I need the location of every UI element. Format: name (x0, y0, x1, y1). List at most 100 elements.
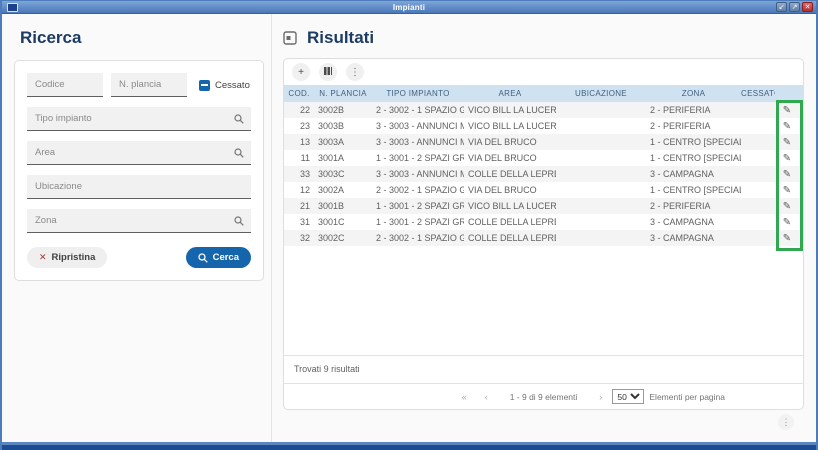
plancia-input[interactable] (111, 73, 187, 97)
cell-ubicazione (556, 230, 646, 246)
pager-range: 1 - 9 di 9 elementi (510, 392, 578, 402)
cell-area: COLLE DELLA LEPRE MA… (464, 230, 556, 246)
more-options-button[interactable]: ⋮ (346, 63, 364, 81)
results-icon (283, 31, 297, 45)
edit-icon[interactable]: ✎ (783, 231, 791, 246)
window-controls: ↙ ↗ ✕ (776, 2, 813, 12)
table-header-row: COD. N. PLANCIA TIPO IMPIANTO AREA UBICA… (284, 85, 803, 102)
column-header-zona[interactable]: ZONA (646, 85, 741, 102)
search-icon[interactable] (234, 216, 244, 226)
maximize-button[interactable]: ↗ (789, 2, 800, 12)
cell-area: COLLE DELLA LEPRE MA… (464, 214, 556, 230)
search-button-label: Cerca (213, 252, 239, 263)
cell-cod: 22 (284, 102, 314, 118)
pager-prev-group: « ‹ (460, 392, 490, 402)
cell-ubicazione (556, 182, 646, 198)
cessato-checkbox[interactable] (199, 80, 210, 91)
cell-zona: 1 - CENTRO [SPECIALE] (646, 182, 741, 198)
edit-icon[interactable]: ✎ (783, 135, 791, 150)
prev-page-button[interactable]: ‹ (483, 392, 490, 402)
page-more-options-button[interactable]: ⋮ (778, 414, 794, 430)
cell-cod: 12 (284, 182, 314, 198)
window-title: Impianti (2, 3, 816, 12)
cell-cod: 21 (284, 198, 314, 214)
cell-plancia: 3001B (314, 198, 372, 214)
cell-cod: 23 (284, 118, 314, 134)
cell-ubicazione (556, 150, 646, 166)
search-panel: Ricerca Cessato (2, 14, 272, 442)
column-header-tipo[interactable]: TIPO IMPIANTO (372, 85, 464, 102)
search-panel-title: Ricerca (20, 28, 271, 48)
reset-button[interactable]: ✕ Ripristina (27, 247, 107, 268)
cell-plancia: 3001C (314, 214, 372, 230)
cell-cessato (741, 198, 775, 214)
cell-ubicazione (556, 102, 646, 118)
edit-icon[interactable]: ✎ (783, 215, 791, 230)
cell-cod: 31 (284, 214, 314, 230)
zona-input[interactable] (27, 209, 251, 233)
results-panel: Risultati + ⋮ COD. N. PLANCIA TIPO IMPIA… (272, 14, 816, 442)
table-row[interactable]: 32 3002C 2 - 3002 - 1 SPAZIO GRAN… COLLE… (284, 230, 803, 246)
table-body: 22 3002B 2 - 3002 - 1 SPAZIO GRAN… VICO … (284, 102, 803, 246)
cell-area: VIA DEL BRUCO (464, 150, 556, 166)
search-icon[interactable] (234, 148, 244, 158)
cell-zona: 2 - PERIFERIA (646, 102, 741, 118)
search-icon[interactable] (234, 114, 244, 124)
edit-icon[interactable]: ✎ (783, 119, 791, 134)
search-button[interactable]: Cerca (186, 247, 251, 268)
columns-button[interactable] (319, 63, 337, 81)
column-header-ubicazione[interactable]: UBICAZIONE (556, 85, 646, 102)
table-row[interactable]: 13 3003A 3 - 3003 - ANNUNCI MOR… VIA DEL… (284, 134, 803, 150)
cell-tipo: 3 - 3003 - ANNUNCI MOR… (372, 166, 464, 182)
table-row[interactable]: 12 3002A 2 - 3002 - 1 SPAZIO GRAN… VIA D… (284, 182, 803, 198)
per-page-group: 50 Elementi per pagina (612, 389, 725, 404)
titlebar: Impianti ↙ ↗ ✕ (2, 1, 816, 14)
table-row[interactable]: 33 3003C 3 - 3003 - ANNUNCI MOR… COLLE D… (284, 166, 803, 182)
column-header-edit (775, 85, 799, 102)
column-header-cessato[interactable]: CESSATO (741, 85, 775, 102)
search-form-buttons: ✕ Ripristina Cerca (27, 247, 251, 268)
cell-cessato (741, 166, 775, 182)
cell-area: VICO BILL LA LUCERTOLA (464, 118, 556, 134)
table-row[interactable]: 23 3003B 3 - 3003 - ANNUNCI MOR… VICO BI… (284, 118, 803, 134)
cell-plancia: 3003A (314, 134, 372, 150)
cell-cod: 33 (284, 166, 314, 182)
cell-cessato (741, 118, 775, 134)
next-page-button[interactable]: › (597, 392, 604, 402)
cell-ubicazione (556, 134, 646, 150)
minimize-button[interactable]: ↙ (776, 2, 787, 12)
edit-icon[interactable]: ✎ (783, 183, 791, 198)
cell-plancia: 3003C (314, 166, 372, 182)
edit-icon[interactable]: ✎ (783, 151, 791, 166)
table-row[interactable]: 11 3001A 1 - 3001 - 2 SPAZI GRANDI VIA D… (284, 150, 803, 166)
area-field (27, 141, 251, 165)
codice-input[interactable] (27, 73, 103, 97)
per-page-select[interactable]: 50 (612, 389, 644, 404)
table-row[interactable]: 21 3001B 1 - 3001 - 2 SPAZI GRANDI VICO … (284, 198, 803, 214)
tipo-impianto-field (27, 107, 251, 131)
cell-tipo: 1 - 3001 - 2 SPAZI GRANDI (372, 198, 464, 214)
cell-plancia: 3001A (314, 150, 372, 166)
table-row[interactable]: 31 3001C 1 - 3001 - 2 SPAZI GRANDI COLLE… (284, 214, 803, 230)
table-row[interactable]: 22 3002B 2 - 3002 - 1 SPAZIO GRAN… VICO … (284, 102, 803, 118)
cell-tipo: 2 - 3002 - 1 SPAZIO GRAN… (372, 230, 464, 246)
window-bottom-frame (2, 442, 816, 450)
cell-cod: 11 (284, 150, 314, 166)
close-button[interactable]: ✕ (802, 2, 813, 12)
cell-ubicazione (556, 214, 646, 230)
first-page-button[interactable]: « (460, 392, 469, 402)
edit-icon[interactable]: ✎ (783, 103, 791, 118)
column-header-cod[interactable]: COD. (284, 85, 314, 102)
column-header-area[interactable]: AREA (464, 85, 556, 102)
cell-cessato (741, 214, 775, 230)
add-button[interactable]: + (292, 63, 310, 81)
ubicazione-input[interactable] (27, 175, 251, 199)
tipo-impianto-input[interactable] (27, 107, 251, 131)
edit-icon[interactable]: ✎ (783, 167, 791, 182)
column-header-plancia[interactable]: N. PLANCIA (314, 85, 372, 102)
cell-area: VIA DEL BRUCO (464, 182, 556, 198)
area-input[interactable] (27, 141, 251, 165)
cell-zona: 1 - CENTRO [SPECIALE] (646, 150, 741, 166)
edit-icon[interactable]: ✎ (783, 199, 791, 214)
cell-cessato (741, 134, 775, 150)
